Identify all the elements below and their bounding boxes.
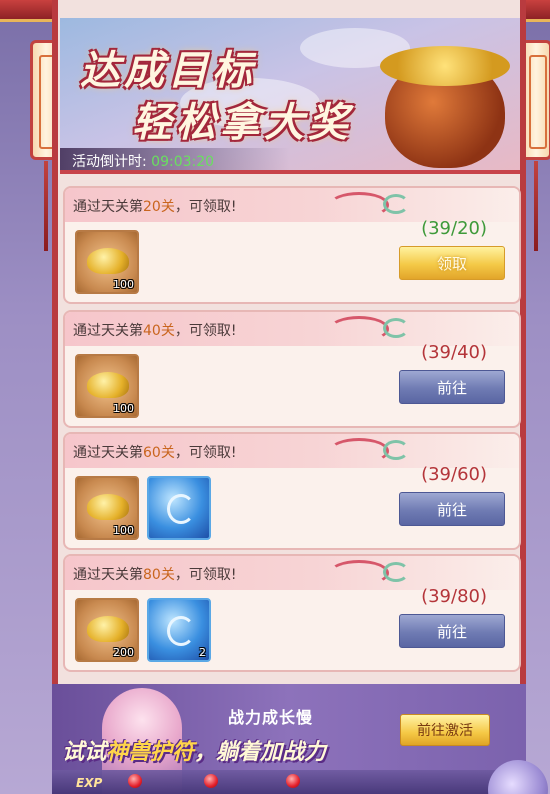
- task-prefix: 通过天关第: [73, 445, 143, 461]
- task-description: 通过天关第40关，可领取!: [65, 312, 519, 346]
- promo-line2: 试试神兽护符，躺着加战力: [62, 734, 326, 766]
- exp-label: EXP: [76, 776, 103, 790]
- promo-line1: 战力成长慢: [228, 708, 314, 727]
- ingot-shape: [87, 372, 129, 398]
- promo-line2-b: ，躺着加战力: [194, 740, 327, 765]
- claim-button[interactable]: 领取: [399, 246, 505, 280]
- item-quantity: 100: [113, 524, 134, 537]
- cloud-swirl-decoration: [383, 562, 409, 582]
- bottom-toolbar: EXP: [52, 770, 526, 794]
- cloud-swirl-decoration: [329, 192, 389, 218]
- go-to-button[interactable]: 前往: [399, 370, 505, 404]
- cloud-swirl-decoration: [383, 318, 409, 338]
- activate-button[interactable]: 前往激活: [400, 714, 490, 746]
- cloud-swirl-decoration: [383, 194, 409, 214]
- task-stage-number: 60关: [143, 445, 175, 461]
- cloud-swirl-decoration: [329, 560, 389, 586]
- promo-line2-a: 试试: [62, 740, 107, 765]
- gold-ingot-icon[interactable]: 200: [75, 598, 139, 662]
- cloud-swirl-decoration: [329, 438, 389, 464]
- notification-dot-icon: [128, 774, 142, 788]
- task-prefix: 通过天关第: [73, 567, 143, 583]
- gold-ingot-icon[interactable]: 100: [75, 354, 139, 418]
- promo-line2-highlight: 神兽护符: [106, 740, 195, 765]
- item-quantity: 200: [113, 646, 134, 659]
- task-description: 通过天关第80关，可领取!: [65, 556, 519, 590]
- ingot-shape: [87, 248, 129, 274]
- notification-dot-icon: [204, 774, 218, 788]
- countdown-label: 活动倒计时:: [72, 154, 147, 170]
- task-stage-number: 40关: [143, 323, 175, 339]
- task-card: 通过天关第60关，可领取! 100 (39/60) 前往: [63, 432, 521, 550]
- banner-title-line2: 轻松拿大奖: [132, 99, 352, 146]
- left-lantern-tassel: [44, 161, 48, 251]
- gold-ingot-icon[interactable]: 100: [75, 476, 139, 540]
- task-stage-number: 80关: [143, 567, 175, 583]
- ingot-shape: [87, 616, 129, 642]
- task-card: 通过天关第40关，可领取! 100 (39/40) 前往: [63, 310, 521, 428]
- ingot-shape: [87, 494, 129, 520]
- task-suffix: ，可领取!: [174, 445, 237, 461]
- task-card: 通过天关第20关，可领取! 100 (39/20) 领取: [63, 186, 521, 304]
- task-prefix: 通过天关第: [73, 323, 143, 339]
- item-quantity: 100: [113, 402, 134, 415]
- task-description: 通过天关第60关，可领取!: [65, 434, 519, 468]
- event-countdown: 活动倒计时: 09:03:20: [60, 148, 290, 170]
- task-progress: (39/40): [421, 342, 487, 363]
- item-quantity: 2: [199, 646, 206, 659]
- notification-dot-icon: [286, 774, 300, 788]
- task-progress: (39/60): [421, 464, 487, 485]
- gold-coins-icon: [380, 46, 510, 86]
- task-prefix: 通过天关第: [73, 199, 143, 215]
- gold-ingot-icon[interactable]: 100: [75, 230, 139, 294]
- cloud-swirl-decoration: [383, 440, 409, 460]
- divine-beast-talisman-icon[interactable]: [147, 476, 211, 540]
- go-to-button[interactable]: 前往: [399, 614, 505, 648]
- task-stage-number: 20关: [143, 199, 175, 215]
- right-lantern-tassel: [534, 161, 538, 251]
- task-progress: (39/20): [421, 218, 487, 239]
- dragon-glyph: [167, 616, 195, 646]
- task-suffix: ，可领取!: [174, 199, 237, 215]
- task-description: 通过天关第20关，可领取!: [65, 188, 519, 222]
- task-suffix: ，可领取!: [174, 323, 237, 339]
- event-banner: 达成目标 轻松拿大奖 活动倒计时: 09:03:20: [60, 18, 520, 174]
- cloud-swirl-decoration: [329, 316, 389, 342]
- divine-beast-talisman-icon[interactable]: 2: [147, 598, 211, 662]
- dragon-glyph: [167, 494, 195, 524]
- banner-title-line1: 达成目标: [80, 47, 256, 94]
- countdown-time: 09:03:20: [151, 154, 215, 170]
- task-card: 通过天关第80关，可领取! 200 2 (39/80) 前往: [63, 554, 521, 672]
- task-suffix: ，可领取!: [174, 567, 237, 583]
- task-progress: (39/80): [421, 586, 487, 607]
- item-quantity: 100: [113, 278, 134, 291]
- go-to-button[interactable]: 前往: [399, 492, 505, 526]
